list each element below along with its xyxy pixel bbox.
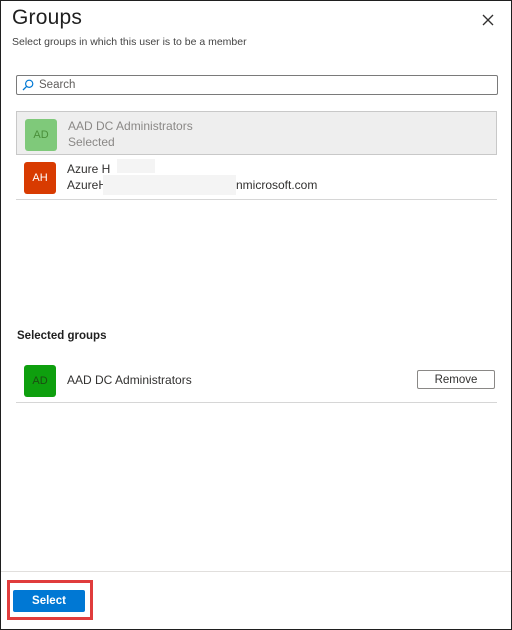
search-box[interactable] xyxy=(16,75,498,95)
result-row-aad-dc-administrators[interactable]: AD AAD DC Administrators Selected xyxy=(16,111,497,155)
footer-divider xyxy=(1,571,511,572)
group-email-suffix: nmicrosoft.com xyxy=(236,178,318,192)
group-name: Azure H xyxy=(67,162,111,176)
page-subtitle: Select groups in which this user is to b… xyxy=(12,36,247,48)
select-button[interactable]: Select xyxy=(13,590,85,612)
group-email-prefix: AzureH xyxy=(67,178,108,192)
search-input[interactable] xyxy=(39,76,489,94)
avatar: AD xyxy=(24,365,56,397)
close-icon[interactable] xyxy=(479,11,497,29)
page-title: Groups xyxy=(12,6,83,29)
result-row-azure-h[interactable]: AH Azure H AzureH nmicrosoft.com xyxy=(16,155,497,200)
redaction-block xyxy=(103,175,236,195)
search-icon xyxy=(22,79,34,91)
group-name: AAD DC Administrators xyxy=(67,373,192,387)
group-status: Selected xyxy=(68,135,115,149)
redaction-block xyxy=(117,159,155,173)
selected-groups-heading: Selected groups xyxy=(17,330,107,342)
avatar: AD xyxy=(25,119,57,151)
group-name: AAD DC Administrators xyxy=(68,119,193,133)
avatar: AH xyxy=(24,162,56,194)
remove-button[interactable]: Remove xyxy=(417,370,495,389)
